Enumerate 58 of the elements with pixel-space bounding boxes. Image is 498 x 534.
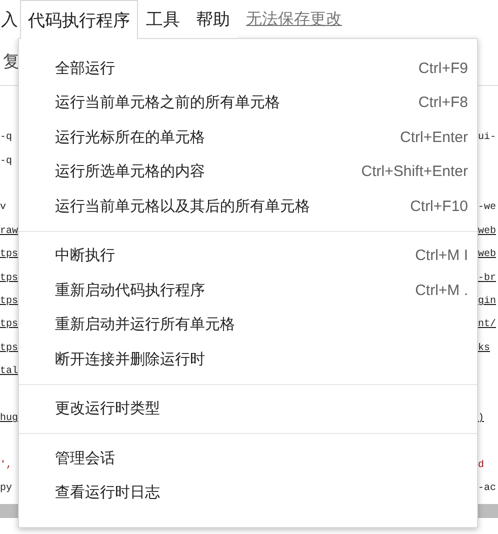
shortcut-text: Ctrl+Enter [400,128,468,146]
menu-item-label: 运行光标所在的单元格 [55,128,205,147]
code-text: v [0,202,8,214]
code-text: d [478,460,486,471]
code-text: tps [0,342,20,354]
menu-item[interactable]: 全部运行 Ctrl+F9 [19,51,477,86]
shortcut-text: Ctrl+F9 [418,60,468,77]
menu-item[interactable]: 运行光标所在的单元格 Ctrl+Enter [19,120,477,154]
code-text: -q [0,156,14,167]
menu-item-label: 重新启动代码执行程序 [55,280,205,300]
code-text: nt/ [478,319,498,330]
code-text: py [0,483,14,494]
code-text: tal [0,366,20,378]
menu-item[interactable]: 重新启动代码执行程序 Ctrl+M . [19,273,477,308]
menu-item-label: 管理会话 [55,448,115,468]
menu-item[interactable]: 中断执行 Ctrl+M I [19,238,477,273]
code-text: gin [478,296,498,307]
code-text: tps [0,249,20,260]
menu-item-label: 运行当前单元格之前的所有单元格 [55,93,280,112]
shortcut-text: Ctrl+F10 [410,198,468,215]
menu-item[interactable]: 运行所选单元格的内容 Ctrl+Shift+Enter [19,154,477,189]
code-text: raw [0,226,20,237]
save-status-link[interactable]: 无法保存更改 [238,0,350,38]
shortcut-text: Ctrl+F8 [418,94,468,112]
toolbar-button[interactable]: 复 [3,50,20,73]
code-text: -br [478,272,498,284]
menu-item-label: 运行所选单元格的内容 [55,162,205,182]
code-text: tps [0,319,20,330]
code-text: -we [478,202,498,214]
menu-item[interactable]: 管理会话 [19,441,477,476]
menu-item-label: 更改运行时类型 [55,399,160,418]
menu-item[interactable]: 查看运行时日志 [19,476,477,510]
menu-item[interactable]: 运行当前单元格之前的所有单元格 Ctrl+F8 [19,86,477,120]
menu-item[interactable]: 断开连接并删除运行时 [19,342,477,376]
code-text: hug [0,412,20,424]
code-text: web [478,226,498,237]
code-text: ) [478,412,486,424]
menu-item-label: 全部运行 [55,58,115,78]
menu-item[interactable]: 更改运行时类型 [19,392,477,426]
code-text: ks [478,342,492,354]
code-text: tps [0,296,20,307]
menu-item[interactable]: 重新启动并运行所有单元格 [19,308,477,342]
code-text: ', [0,460,14,471]
menu-tab[interactable]: 代码执行程序 [20,0,138,39]
shortcut-text: Ctrl+M . [415,282,468,299]
menu-item-label: 查看运行时日志 [55,483,160,502]
shortcut-text: Ctrl+M I [415,247,468,264]
menu-item[interactable]: 运行当前单元格以及其后的所有单元格 Ctrl+F10 [19,189,477,224]
code-text: -q [0,132,14,144]
code-text: tps [0,272,20,284]
menu-item-label: 断开连接并删除运行时 [55,350,205,369]
code-text: ui- [478,132,498,144]
menu-item-label: 中断执行 [55,246,115,266]
menu-item-label: 重新启动并运行所有单元格 [55,315,235,334]
code-text: -ac [478,483,498,494]
code-text: web [478,249,498,260]
shortcut-text: Ctrl+Shift+Enter [361,163,468,180]
menu-item-label: 运行当前单元格以及其后的所有单元格 [55,196,310,216]
